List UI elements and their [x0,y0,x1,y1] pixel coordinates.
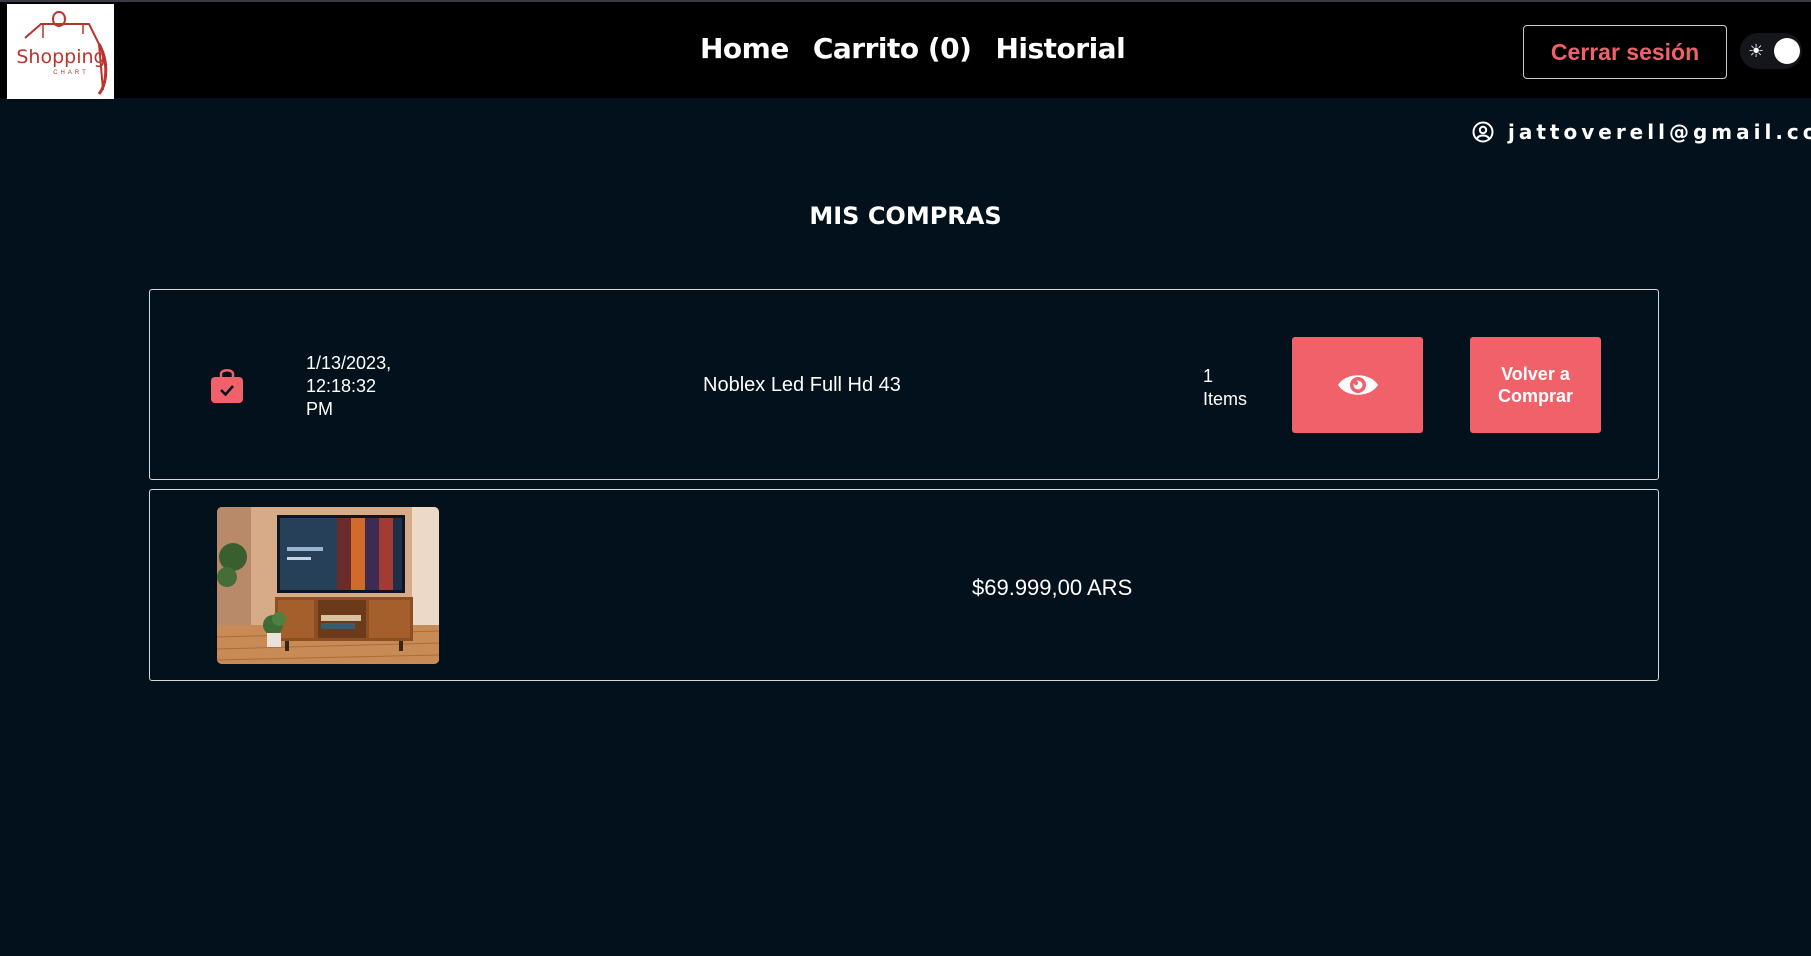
purchase-date: 1/13/2023, 12:18:32 PM [306,352,416,421]
purchase-detail-card: $69.999,00 ARS [149,489,1659,681]
buy-again-label-line2: Comprar [1497,386,1573,406]
user-circle-icon [1472,121,1494,143]
main-nav: Home Carrito (0) Historial [700,32,1126,65]
page-title: MIS COMPRAS [809,202,1002,230]
buy-again-label-line1: Volver a [1501,364,1570,384]
toggle-knob [1774,38,1800,64]
nav-history-link[interactable]: Historial [995,32,1125,65]
purchase-date-line: 1/13/2023, [306,353,392,373]
purchase-summary-card: 1/13/2023, 12:18:32 PM Noblex Led Full H… [149,289,1659,480]
eye-icon [1337,375,1378,395]
logo-text: Shopping [16,46,106,68]
product-price: $69.999,00 ARS [972,575,1133,600]
nav-home-link[interactable]: Home [700,32,789,65]
logout-button[interactable]: Cerrar sesión [1523,25,1727,79]
logo-subtext: CHART [53,70,89,76]
items-count: 1 Items [1203,365,1263,411]
user-info: jattoverell@gmail.com [1472,120,1811,144]
view-details-button[interactable] [1292,337,1423,433]
buy-again-button[interactable]: Volver a Comprar [1470,337,1601,433]
shopping-bag-check-icon [211,369,243,403]
theme-toggle[interactable]: ☀ [1740,33,1802,69]
shopping-chart-logo[interactable]: Shopping CHART [7,4,114,99]
product-name: Noblex Led Full Hd 43 [703,374,901,396]
nav-cart-link[interactable]: Carrito (0) [813,32,972,65]
sun-icon: ☀ [1748,41,1765,61]
user-email: jattoverell@gmail.com [1508,120,1811,144]
items-number: 1 [1203,366,1214,386]
tv-photo-illustration [217,507,439,664]
product-image [217,507,439,664]
items-label: Items [1203,389,1248,409]
purchase-ampm-line: PM [306,399,333,419]
purchase-time-line: 12:18:32 [306,376,377,396]
top-navbar: Shopping CHART Home Carrito (0) Historia… [0,0,1811,99]
